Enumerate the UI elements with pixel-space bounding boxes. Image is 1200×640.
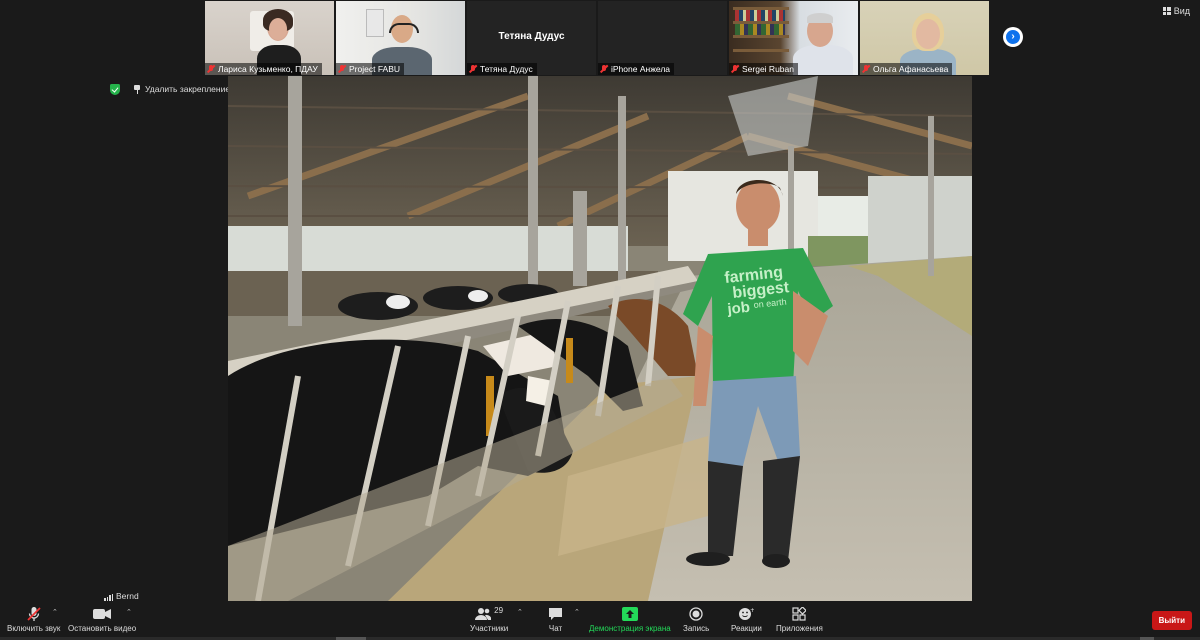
active-speaker-name: Bernd bbox=[116, 591, 139, 601]
unmute-label: Включить звук bbox=[7, 624, 61, 633]
participant-tile[interactable]: Sergei Ruban bbox=[729, 1, 858, 75]
pinned-video: farming biggest job on earth bbox=[228, 76, 972, 601]
audio-options-caret[interactable]: ⌃ bbox=[52, 608, 58, 616]
share-screen-button[interactable]: Демонстрация экрана bbox=[589, 606, 671, 633]
apps-icon bbox=[792, 606, 807, 622]
participant-name: Project FABU bbox=[349, 64, 401, 74]
unpin-label: Удалить закрепление bbox=[145, 84, 231, 94]
reactions-button[interactable]: + Реакции bbox=[731, 606, 762, 633]
mic-muted-icon bbox=[731, 65, 739, 73]
svg-text:+: + bbox=[750, 607, 754, 614]
next-page-button[interactable]: › bbox=[1003, 27, 1023, 47]
mic-muted-icon bbox=[862, 65, 870, 73]
apps-label: Приложения bbox=[776, 624, 823, 633]
participant-tile[interactable]: Ольга Афанасьева bbox=[860, 1, 989, 75]
mic-muted-icon bbox=[600, 65, 608, 73]
mic-muted-icon bbox=[207, 65, 215, 73]
record-button[interactable]: Запись bbox=[683, 606, 709, 633]
participants-icon: 29 bbox=[475, 606, 503, 622]
stop-video-label: Остановить видео bbox=[68, 624, 137, 633]
participant-strip: Лариса Кузьменко, ПДАУ Project FABU Тетя… bbox=[205, 1, 989, 75]
participant-name-tag: Sergei Ruban bbox=[729, 63, 798, 75]
participant-name-tag: Тетяна Дудус bbox=[467, 63, 537, 75]
share-screen-icon bbox=[621, 606, 638, 622]
participant-name: Лариса Кузьменко, ПДАУ bbox=[218, 64, 318, 74]
reactions-label: Реакции bbox=[731, 624, 762, 633]
participant-name: Тетяна Дудус bbox=[480, 64, 533, 74]
record-label: Запись bbox=[683, 624, 710, 633]
video-camera-icon bbox=[93, 606, 112, 622]
video-options-caret[interactable]: ⌃ bbox=[126, 608, 132, 616]
unpin-button[interactable]: Удалить закрепление bbox=[134, 84, 230, 94]
leave-meeting-button[interactable]: Выйти bbox=[1151, 611, 1192, 630]
active-speaker-tag: Bernd bbox=[104, 591, 139, 601]
participant-tile[interactable]: Project FABU bbox=[336, 1, 465, 75]
chat-button[interactable]: Чат bbox=[548, 606, 563, 633]
signal-strength-icon bbox=[104, 594, 113, 601]
view-menu-button[interactable]: Вид bbox=[1162, 6, 1190, 16]
smiley-plus-icon: + bbox=[738, 606, 754, 622]
participant-display-name: Тетяна Дудус bbox=[498, 31, 565, 42]
chevron-right-icon: › bbox=[1006, 30, 1020, 44]
chat-label: Чат bbox=[548, 624, 563, 633]
participant-tile[interactable]: Лариса Кузьменко, ПДАУ bbox=[205, 1, 334, 75]
chat-bubble-icon bbox=[548, 606, 563, 622]
share-screen-label: Демонстрация экрана bbox=[589, 624, 671, 633]
video-frame: farming biggest job on earth bbox=[228, 76, 972, 601]
participants-button[interactable]: 29 Участники bbox=[470, 606, 509, 634]
view-menu-label: Вид bbox=[1173, 6, 1190, 16]
grid-view-icon bbox=[1162, 7, 1171, 15]
participant-name: iPhone Анжела bbox=[611, 64, 671, 74]
participant-name-tag: Project FABU bbox=[336, 63, 405, 75]
shirt-print-line: job bbox=[726, 299, 751, 318]
security-shield-icon[interactable] bbox=[110, 84, 120, 95]
mic-muted-icon bbox=[26, 606, 42, 622]
participant-tile[interactable]: iPhone Анжела bbox=[598, 1, 727, 75]
meeting-toolbar: Включить звук ⌃ Остановить видео ⌃ 29 Уч… bbox=[0, 602, 1200, 640]
mic-muted-icon bbox=[469, 65, 477, 73]
participant-name-tag: Ольга Афанасьева bbox=[860, 63, 953, 75]
mic-muted-icon bbox=[338, 65, 346, 73]
participant-name-tag: iPhone Анжела bbox=[598, 63, 675, 75]
participants-label: Участники bbox=[470, 624, 509, 633]
record-icon bbox=[689, 606, 703, 622]
apps-button[interactable]: Приложения bbox=[776, 606, 823, 633]
pin-icon bbox=[134, 84, 140, 94]
participant-tile[interactable]: Тетяна Дудус Тетяна Дудус bbox=[467, 1, 596, 75]
chat-options-caret[interactable]: ⌃ bbox=[574, 608, 580, 616]
participant-name-tag: Лариса Кузьменко, ПДАУ bbox=[205, 63, 322, 75]
participant-name: Sergei Ruban bbox=[742, 64, 794, 74]
participants-count: 29 bbox=[494, 605, 504, 615]
participants-options-caret[interactable]: ⌃ bbox=[517, 608, 523, 616]
participant-name: Ольга Афанасьева bbox=[873, 64, 949, 74]
